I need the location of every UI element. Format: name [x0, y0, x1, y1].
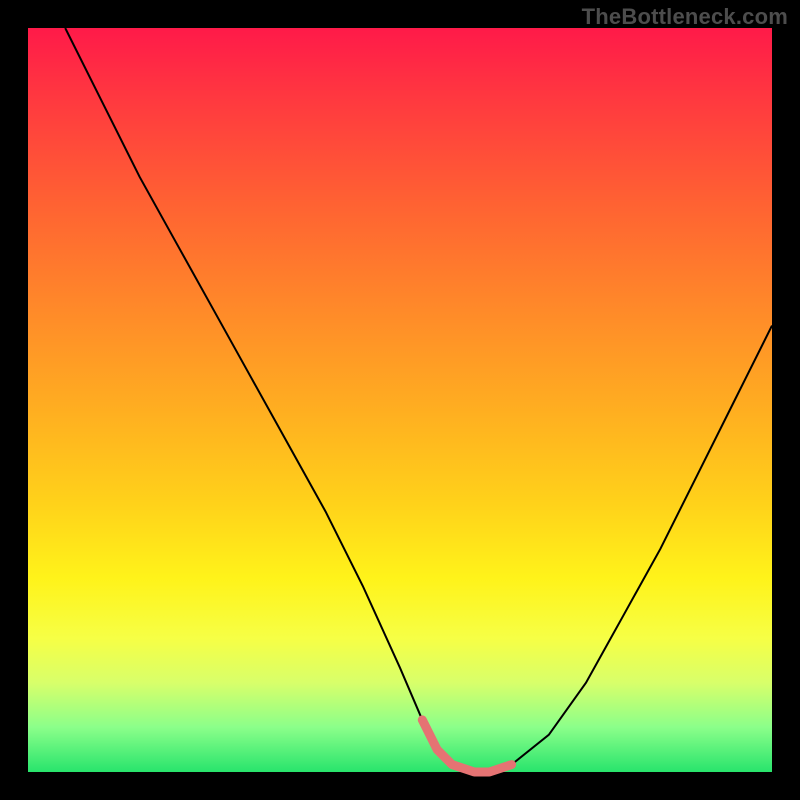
bottleneck-curve [65, 28, 772, 772]
optimal-flat-segment [422, 720, 511, 772]
watermark-text: TheBottleneck.com [582, 4, 788, 30]
plot-area [28, 28, 772, 772]
chart-svg [28, 28, 772, 772]
chart-frame: TheBottleneck.com [0, 0, 800, 800]
